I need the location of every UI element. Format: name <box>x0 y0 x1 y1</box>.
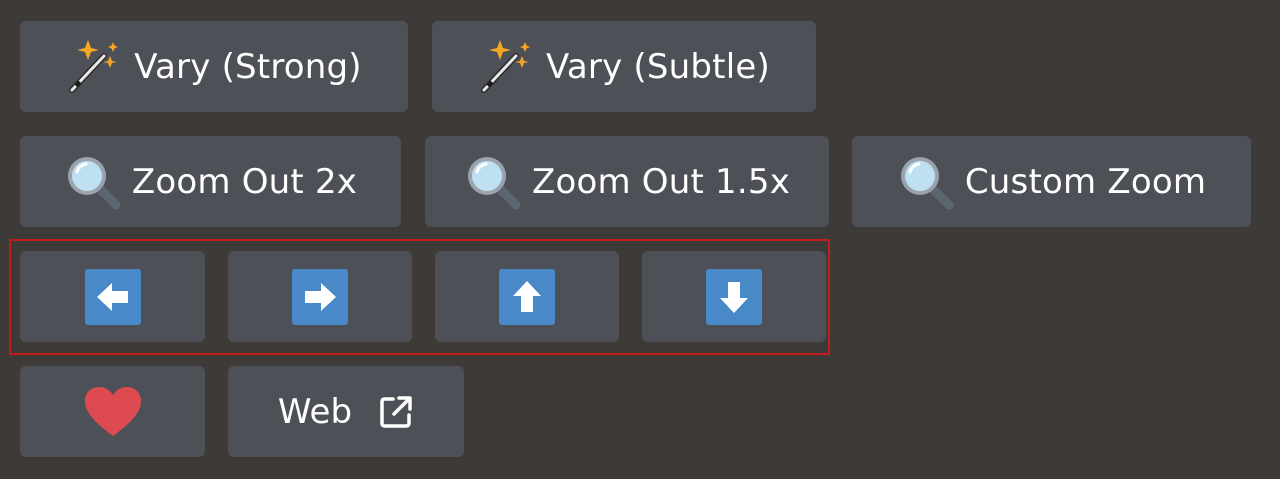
magic-wand-icon <box>66 38 124 96</box>
vary-strong-label: Vary (Strong) <box>134 46 362 87</box>
magnifier-icon <box>897 153 955 211</box>
magnifier-icon <box>64 153 122 211</box>
pan-left-button[interactable] <box>20 251 205 342</box>
favorite-button[interactable] <box>20 366 205 457</box>
vary-subtle-button[interactable]: Vary (Subtle) <box>432 21 816 112</box>
heart-icon <box>84 386 142 438</box>
external-link-icon <box>378 394 414 430</box>
zoom-out-2x-label: Zoom Out 2x <box>131 161 358 202</box>
zoom-out-2x-button[interactable]: Zoom Out 2x <box>20 136 401 227</box>
arrow-up-icon <box>499 268 555 325</box>
zoom-out-1-5x-button[interactable]: Zoom Out 1.5x <box>425 136 829 227</box>
custom-zoom-button[interactable]: Custom Zoom <box>852 136 1251 227</box>
pan-down-button[interactable] <box>642 251 826 342</box>
arrow-down-icon <box>706 268 762 325</box>
pan-up-button[interactable] <box>435 251 619 342</box>
vary-strong-button[interactable]: Vary (Strong) <box>20 21 408 112</box>
web-label: Web <box>277 391 353 432</box>
pan-right-button[interactable] <box>228 251 412 342</box>
arrow-right-icon <box>292 268 348 325</box>
custom-zoom-label: Custom Zoom <box>964 161 1207 202</box>
vary-subtle-label: Vary (Subtle) <box>546 46 770 87</box>
arrow-left-icon <box>84 268 141 325</box>
magnifier-icon <box>464 153 522 211</box>
web-button[interactable]: Web <box>228 366 464 457</box>
zoom-out-1-5x-label: Zoom Out 1.5x <box>531 161 791 202</box>
magic-wand-icon <box>478 38 536 96</box>
